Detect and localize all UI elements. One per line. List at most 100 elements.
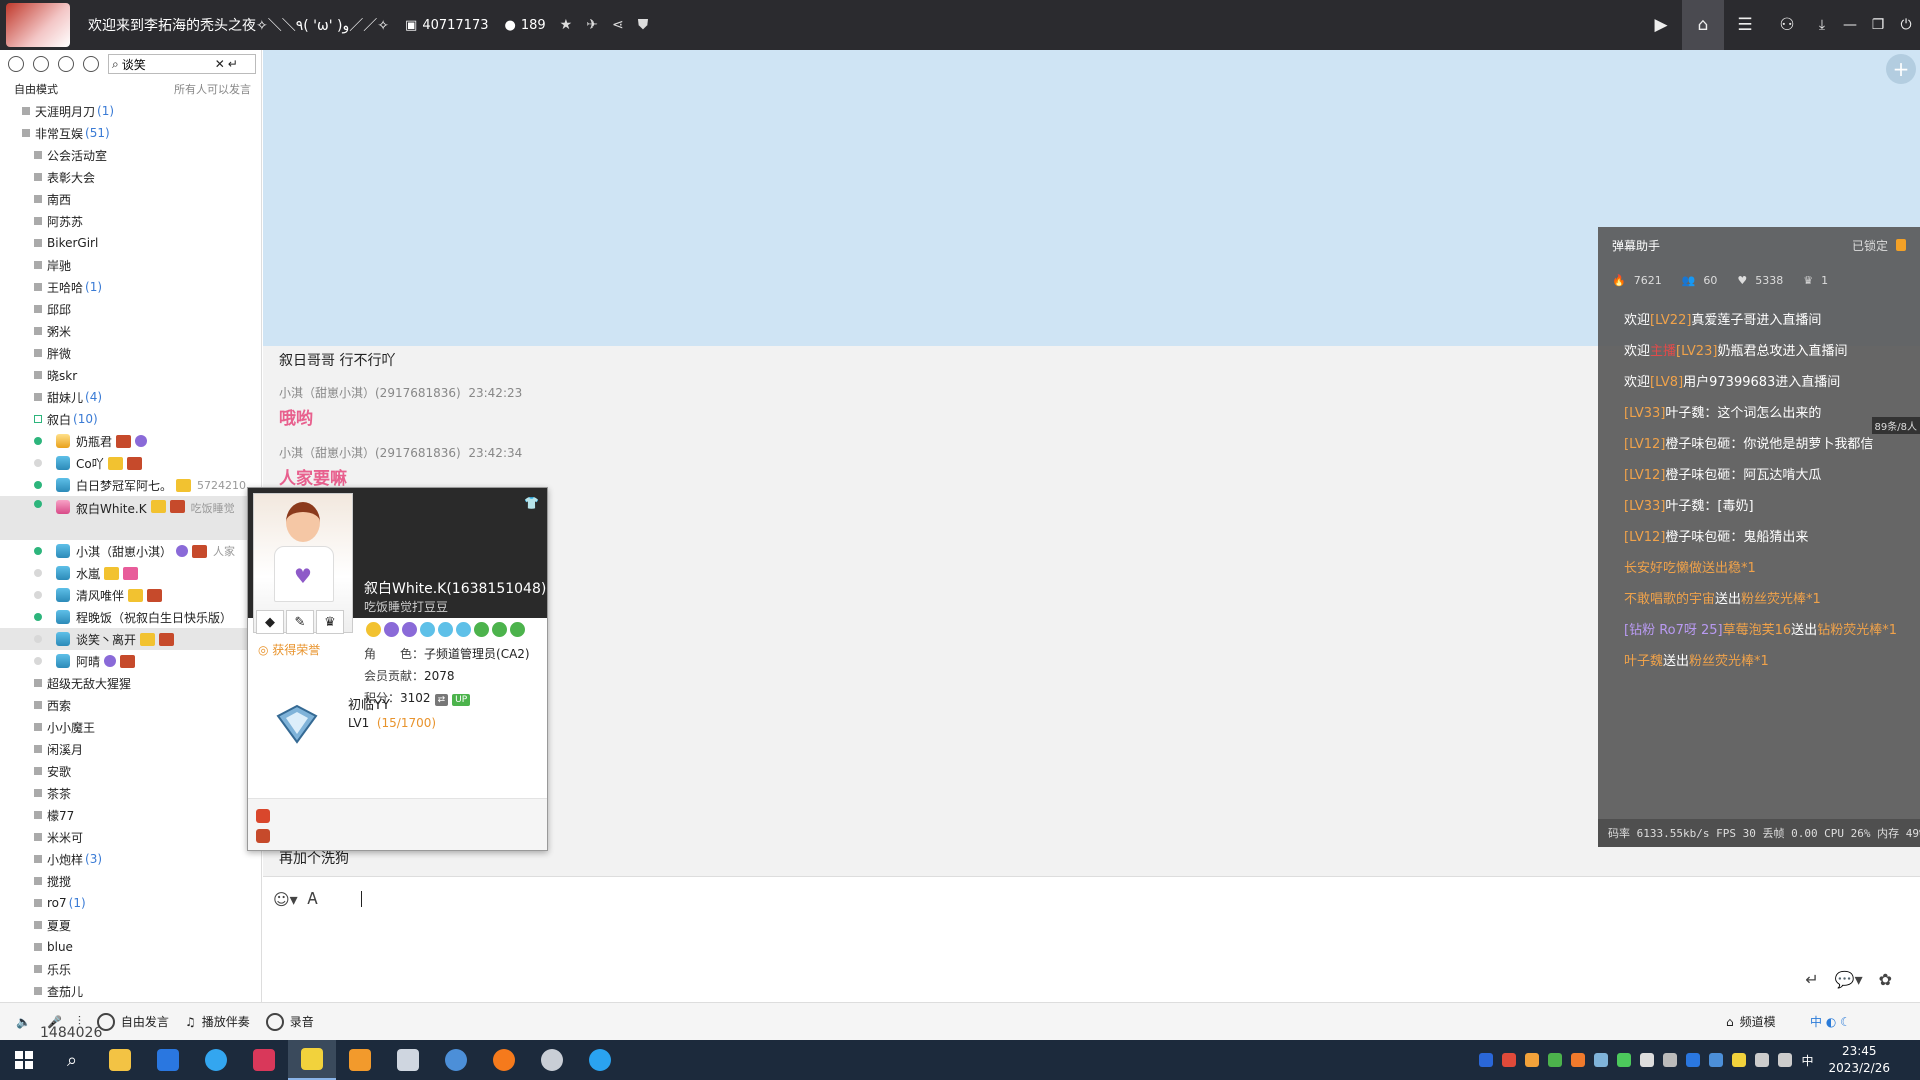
mode-dropdown[interactable]: 自由模式 bbox=[14, 81, 58, 97]
tree-channel[interactable]: 安歌 bbox=[0, 760, 261, 782]
help-app-icon[interactable] bbox=[336, 1040, 384, 1080]
mic-tray-icon[interactable] bbox=[1640, 1053, 1655, 1067]
user-row[interactable]: 清风唯伴 bbox=[0, 584, 261, 606]
tree-channel[interactable]: 小炮样 (3) bbox=[0, 848, 261, 870]
tree-channel[interactable]: 阿苏苏 bbox=[0, 210, 261, 232]
yy-tray-icon[interactable] bbox=[1732, 1053, 1747, 1067]
restore-button[interactable]: ❐ bbox=[1864, 0, 1892, 50]
ime-tray[interactable]: 中 bbox=[1801, 1052, 1813, 1069]
tree-channel[interactable]: 晓skr bbox=[0, 364, 261, 386]
tray-misc-icon[interactable] bbox=[1663, 1053, 1678, 1067]
send-icon[interactable]: ↵ bbox=[1805, 970, 1818, 989]
video-icon[interactable]: ▶ bbox=[1640, 0, 1682, 50]
steam-icon[interactable] bbox=[432, 1040, 480, 1080]
speaker-icon[interactable]: 🔈 bbox=[16, 1015, 31, 1029]
user-row[interactable]: 水嵐 bbox=[0, 562, 261, 584]
tree-channel[interactable]: 甜妹儿 (4) bbox=[0, 386, 261, 408]
shield-icon[interactable]: ⛊ bbox=[638, 17, 649, 33]
font-icon[interactable]: Ꭺ bbox=[308, 889, 319, 909]
emoji-gamepad-icon[interactable]: ☺▾ bbox=[273, 890, 298, 909]
tree-channel[interactable]: 表彰大会 bbox=[0, 166, 261, 188]
enter-icon[interactable]: ↵ bbox=[228, 57, 238, 71]
tray-app-icon[interactable] bbox=[1571, 1053, 1586, 1067]
gift-icon[interactable] bbox=[256, 809, 270, 823]
share-icon[interactable]: ⋖ bbox=[612, 17, 624, 33]
tree-channel[interactable]: BikerGirl bbox=[0, 232, 261, 254]
tree-channel[interactable]: 乐乐 bbox=[0, 958, 261, 980]
tray-orange-icon[interactable] bbox=[1525, 1053, 1540, 1067]
volume-icon[interactable] bbox=[1778, 1053, 1793, 1067]
power-icon[interactable]: ⏻ bbox=[1892, 0, 1920, 50]
tree-channel[interactable]: 胖微 bbox=[0, 342, 261, 364]
free-speak-button[interactable]: 自由发言 bbox=[96, 1012, 169, 1031]
tree-channel[interactable]: 南西 bbox=[0, 188, 261, 210]
bubble-icon[interactable]: 💬▾ bbox=[1835, 970, 1863, 989]
clear-icon[interactable]: ✕ bbox=[215, 57, 225, 71]
tree-channel[interactable]: 小小魔王 bbox=[0, 716, 261, 738]
clock[interactable]: 23:45 2023/2/26 bbox=[1828, 1043, 1890, 1077]
kugou-tray-icon[interactable] bbox=[1686, 1053, 1701, 1067]
windows-start-icon[interactable] bbox=[0, 1040, 48, 1080]
tree-channel[interactable]: 西索 bbox=[0, 694, 261, 716]
tree-channel[interactable]: blue bbox=[0, 936, 261, 958]
user-row[interactable]: 奶瓶君 bbox=[0, 430, 261, 452]
tree-channel[interactable]: 搅搅 bbox=[0, 870, 261, 892]
channel-logo[interactable] bbox=[6, 3, 70, 47]
search-input[interactable] bbox=[121, 57, 212, 71]
chat-icon[interactable] bbox=[33, 56, 49, 72]
yy-app-icon[interactable] bbox=[288, 1040, 336, 1080]
download-icon[interactable]: ⤓ bbox=[1808, 0, 1836, 50]
wechat-icon[interactable] bbox=[1617, 1053, 1632, 1067]
add-icon[interactable]: + bbox=[1886, 54, 1916, 84]
window-app-icon[interactable] bbox=[384, 1040, 432, 1080]
minimize-button[interactable]: — bbox=[1836, 0, 1864, 50]
gamepad-icon[interactable]: ⚇ bbox=[1766, 0, 1808, 50]
lock-toggle[interactable]: 已锁定 bbox=[1852, 237, 1906, 254]
person-icon[interactable] bbox=[8, 56, 24, 72]
tray-green-icon[interactable] bbox=[1548, 1053, 1563, 1067]
tree-channel[interactable]: 米米可 bbox=[0, 826, 261, 848]
tree-channel[interactable]: 夏夏 bbox=[0, 914, 261, 936]
tag-icon[interactable]: ◆ bbox=[256, 610, 284, 634]
tree-channel[interactable]: 叙白 (10) bbox=[0, 408, 261, 430]
monitor-icon[interactable] bbox=[1755, 1053, 1770, 1067]
location-icon[interactable] bbox=[58, 56, 74, 72]
user-row[interactable]: 谈笑丶离开 bbox=[0, 628, 261, 650]
tree-channel[interactable]: 公会活动室 bbox=[0, 144, 261, 166]
shirt-icon[interactable]: 👕 bbox=[524, 496, 539, 510]
accompany-button[interactable]: ♫ 播放伴奏 bbox=[185, 1013, 250, 1030]
channel-mode-button[interactable]: ⌂ 频道模 bbox=[1726, 1013, 1776, 1030]
ime-indicator[interactable]: 中 ◐ ☾ bbox=[1810, 1013, 1851, 1030]
home-icon[interactable]: ⌂ bbox=[1682, 0, 1724, 50]
user-row[interactable]: 程晚饭（祝叙白生日快乐版） bbox=[0, 606, 261, 628]
tree-channel[interactable]: ro7 (1) bbox=[0, 892, 261, 914]
user-row[interactable]: 阿晴 bbox=[0, 650, 261, 672]
tree-channel[interactable]: 查茄儿 bbox=[0, 980, 261, 1002]
user-row[interactable]: Co吖 bbox=[0, 452, 261, 474]
tree-channel[interactable]: 檬77 bbox=[0, 804, 261, 826]
explorer-icon[interactable] bbox=[96, 1040, 144, 1080]
kugou-icon[interactable] bbox=[144, 1040, 192, 1080]
tree-channel[interactable]: 粥米 bbox=[0, 320, 261, 342]
qq-browser-icon[interactable] bbox=[192, 1040, 240, 1080]
tree-channel[interactable]: 邱邱 bbox=[0, 298, 261, 320]
tree-channel[interactable]: 茶茶 bbox=[0, 782, 261, 804]
tree-channel[interactable]: 超级无敌大猩猩 bbox=[0, 672, 261, 694]
crown-icon[interactable]: ♛ bbox=[316, 610, 344, 634]
pen-icon[interactable]: ✎ bbox=[286, 610, 314, 634]
honor-link[interactable]: ◎ 获得荣誉 bbox=[258, 641, 320, 658]
tree-channel[interactable]: 岸驰 bbox=[0, 254, 261, 276]
medal-icon[interactable] bbox=[256, 829, 270, 843]
orange-app-icon[interactable] bbox=[480, 1040, 528, 1080]
user-row[interactable]: 白日梦冠军阿七。 5724210 bbox=[0, 474, 261, 496]
star-icon[interactable]: ★ bbox=[560, 17, 573, 33]
tree-channel[interactable]: 王哈哈 (1) bbox=[0, 276, 261, 298]
shield-app-icon[interactable] bbox=[528, 1040, 576, 1080]
tray-network-icon[interactable] bbox=[1594, 1053, 1609, 1067]
doc-icon[interactable] bbox=[83, 56, 99, 72]
tree-channel[interactable]: 闲溪月 bbox=[0, 738, 261, 760]
record-button[interactable]: 录音 bbox=[265, 1012, 314, 1031]
browser-app-icon[interactable] bbox=[576, 1040, 624, 1080]
user-row[interactable]: 小淇（甜崽小淇） 人家 bbox=[0, 540, 261, 562]
tray-red-icon[interactable] bbox=[1502, 1053, 1517, 1067]
